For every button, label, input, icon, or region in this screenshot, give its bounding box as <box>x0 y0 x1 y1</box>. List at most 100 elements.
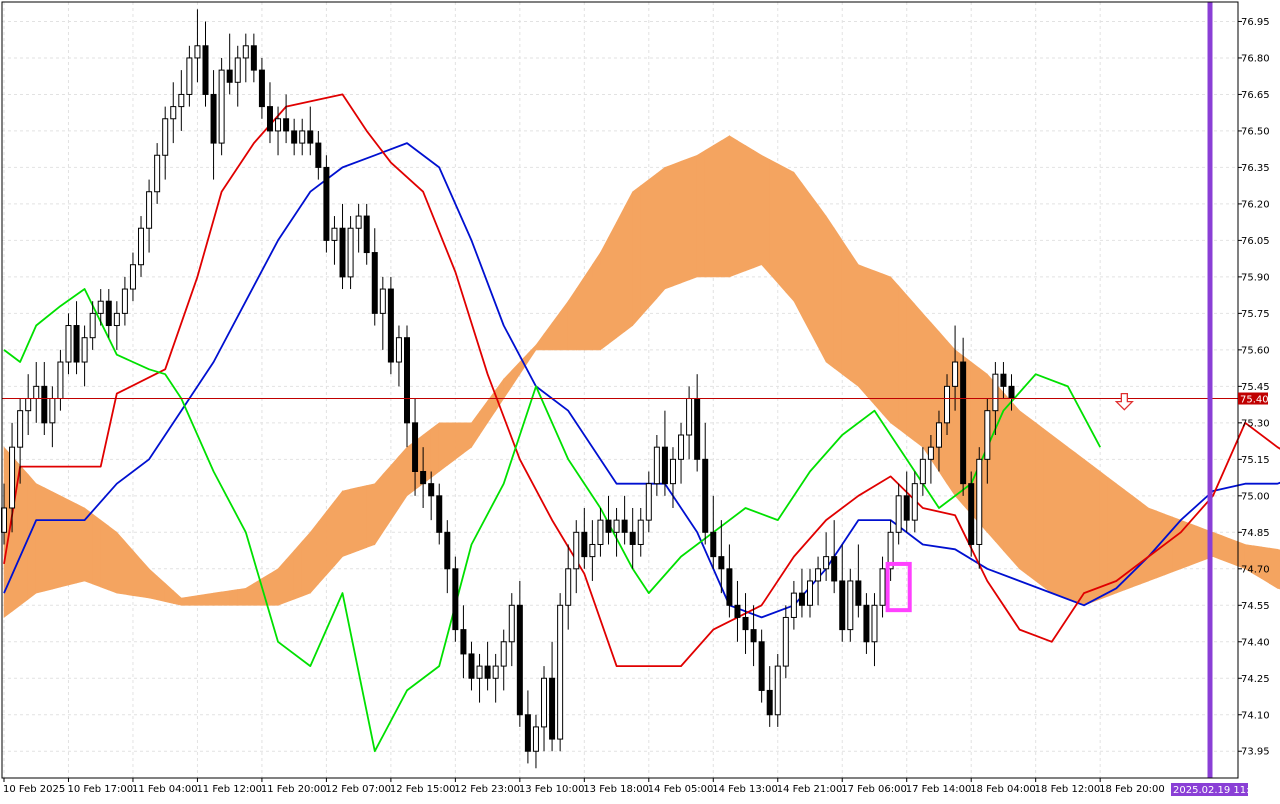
x-tick-label: 18 Feb 04:00 <box>970 784 1036 795</box>
x-tick-label: 14 Feb 21:00 <box>777 784 843 795</box>
candle-body <box>211 94 216 143</box>
cloud-segment <box>1012 402 1020 569</box>
cloud-segment <box>222 591 230 606</box>
cloud-segment <box>431 423 439 478</box>
y-tick-label: 75.00 <box>1241 491 1270 502</box>
y-tick-label: 75.60 <box>1241 345 1270 356</box>
cloud-segment <box>883 274 891 423</box>
candle-body <box>227 70 232 82</box>
cloud-segment <box>101 520 109 590</box>
cloud-segment <box>326 501 334 575</box>
cloud-segment <box>1132 496 1140 587</box>
cloud-segment <box>834 228 842 374</box>
candle <box>324 155 329 252</box>
y-tick-label: 76.05 <box>1241 236 1270 247</box>
x-tick-label: 12 Feb 23:00 <box>454 784 520 795</box>
cloud-segment <box>875 271 883 414</box>
price-axis[interactable]: 76.9576.8076.6576.5076.3576.2076.0575.90… <box>1238 17 1270 758</box>
candle-body <box>558 605 563 739</box>
candle-body <box>10 447 15 508</box>
candle-body <box>856 581 861 605</box>
candle-body <box>590 544 595 556</box>
cloud-segment <box>818 205 826 362</box>
x-tick-label: 17 Feb 14:00 <box>906 784 972 795</box>
candle-body <box>195 46 200 58</box>
cloud-segment <box>335 491 343 566</box>
cloud-segment <box>383 465 391 532</box>
cloud-segment <box>858 265 866 396</box>
candle-body <box>638 520 643 544</box>
cloud-segment <box>1084 459 1092 605</box>
candle-body <box>824 557 829 569</box>
candle-body <box>340 228 345 277</box>
y-tick-label: 75.90 <box>1241 272 1270 283</box>
cloud-segment <box>625 192 633 332</box>
candle-body <box>155 155 160 191</box>
cloud-segment <box>907 295 915 441</box>
cloud-segment <box>93 514 101 587</box>
x-tick-label: 11 Feb 04:00 <box>132 784 198 795</box>
x-tick-label: 14 Feb 13:00 <box>712 784 778 795</box>
candle-body <box>936 423 941 447</box>
y-tick-label: 74.25 <box>1241 674 1270 685</box>
candle-body <box>904 496 909 520</box>
cloud-segment <box>1213 532 1221 559</box>
cloud-segment <box>1197 526 1205 563</box>
candle-body <box>388 289 393 362</box>
candle-body <box>751 630 756 642</box>
candle-body <box>396 338 401 362</box>
candle <box>558 593 563 751</box>
cloud-segment <box>697 150 705 277</box>
candle-body <box>445 532 450 568</box>
cloud-segment <box>584 265 592 350</box>
candle-body <box>469 654 474 678</box>
cloud-segment <box>1269 548 1277 588</box>
cloud-segment <box>1052 435 1060 596</box>
candle-body <box>243 46 248 58</box>
candle-body <box>203 46 208 95</box>
cloud-segment <box>189 596 197 606</box>
cloud-segment <box>899 286 907 435</box>
x-tick-label: 10 Feb 17:00 <box>67 784 133 795</box>
candle-body <box>614 520 619 532</box>
candle-body <box>106 301 111 325</box>
cloud-segment <box>923 313 931 459</box>
candle-body <box>509 605 514 641</box>
current-price-label: 75.40 <box>1240 395 1269 406</box>
x-tick-label: 12 Feb 07:00 <box>325 784 391 795</box>
y-tick-label: 74.55 <box>1241 601 1270 612</box>
chart-window: 76.9576.8076.6576.5076.3576.2076.0575.90… <box>0 0 1280 800</box>
candle-body <box>74 326 79 362</box>
candle-body <box>1009 386 1014 398</box>
candle-body <box>961 362 966 484</box>
cloud-segment <box>1068 447 1076 602</box>
candle-body <box>82 338 87 362</box>
candle-body <box>179 94 184 106</box>
cloud-segment <box>439 423 447 472</box>
candle-body <box>292 131 297 143</box>
x-tick-label: 14 Feb 05:00 <box>648 784 714 795</box>
candle-body <box>1001 374 1006 386</box>
candle-body <box>267 107 272 131</box>
cloud-segment <box>786 168 794 301</box>
candle-body <box>405 338 410 423</box>
price-chart[interactable]: 76.9576.8076.6576.5076.3576.2076.0575.90… <box>0 0 1280 800</box>
candle-body <box>840 581 845 630</box>
cloud-segment <box>891 277 899 429</box>
candle-body <box>574 532 579 568</box>
cloud-segment <box>1003 392 1011 559</box>
candle-body <box>662 447 667 483</box>
cloud-segment <box>44 488 52 591</box>
candle-body <box>993 374 998 410</box>
cloud-segment <box>20 465 28 605</box>
cloud-segment <box>1100 472 1108 600</box>
candle-body <box>832 557 837 581</box>
candle-body <box>606 520 611 532</box>
cloud-segment <box>117 532 125 594</box>
cloud-segment <box>36 484 44 593</box>
cloud-segment <box>665 164 673 289</box>
cloud-segment <box>600 237 608 350</box>
candle-body <box>920 459 925 483</box>
cloud-segment <box>230 590 238 606</box>
candle-body <box>872 605 877 641</box>
